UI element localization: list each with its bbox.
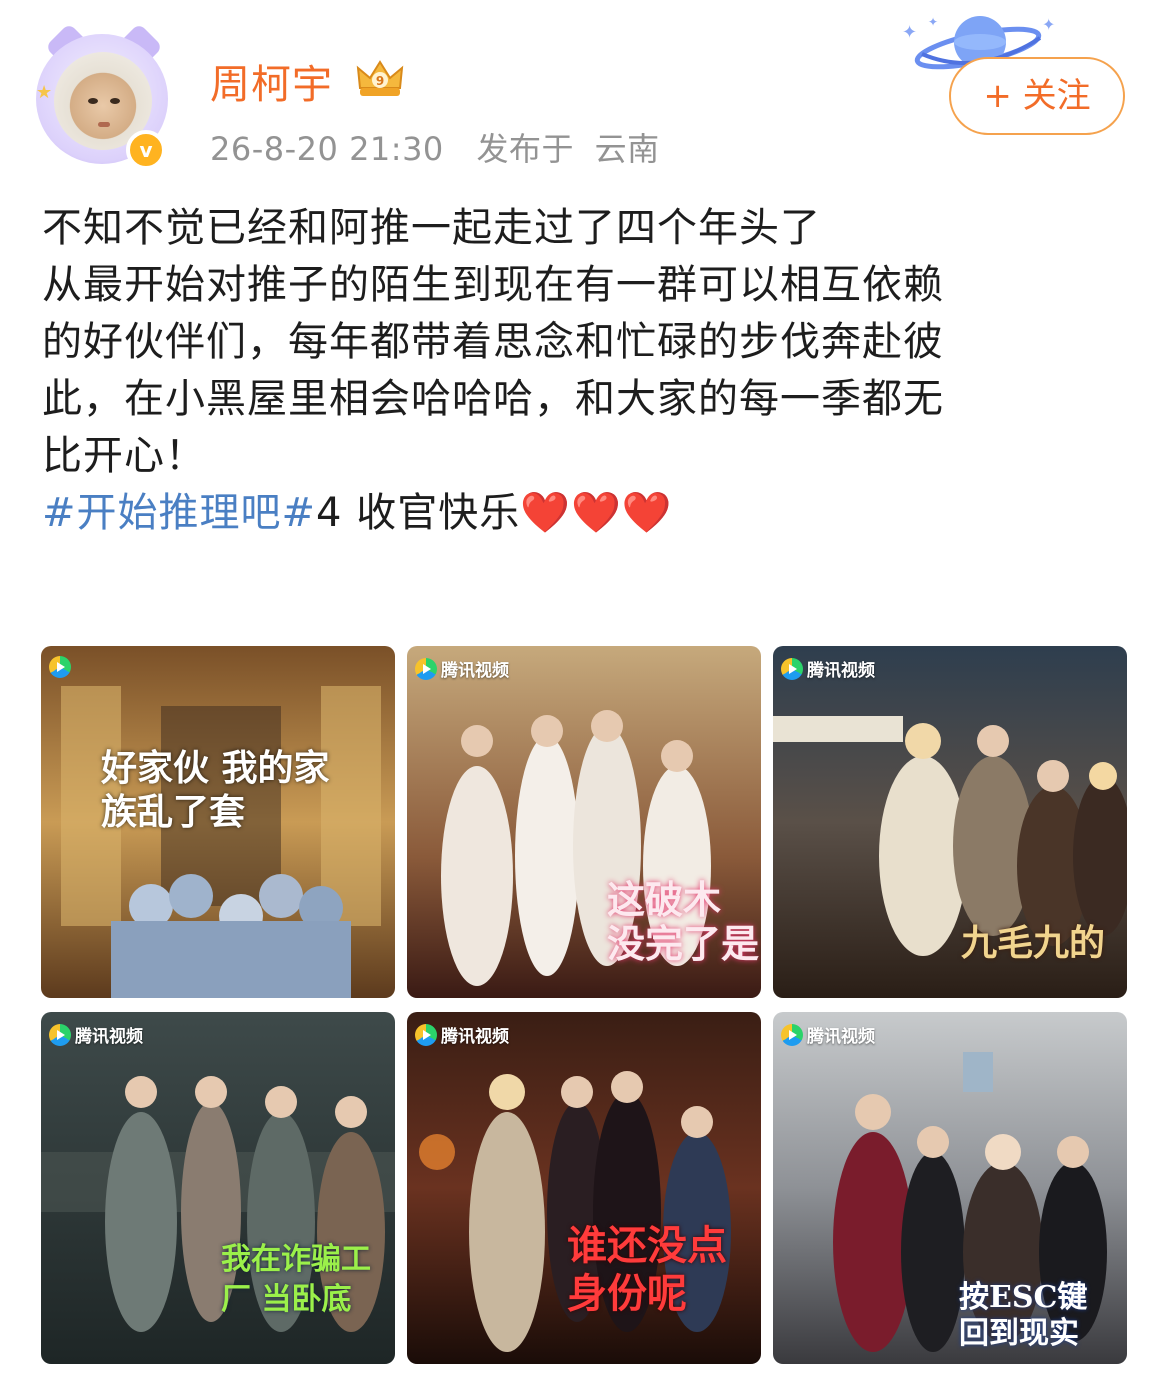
image-thumbnail[interactable]: 腾讯视频 谁还没点 身份呢 — [407, 1012, 761, 1364]
svg-text:✦: ✦ — [928, 15, 938, 29]
svg-text:9: 9 — [376, 74, 384, 88]
watermark-logo: 腾讯视频 — [49, 1022, 143, 1047]
post-line: 的好伙伴们，每年都带着思念和忙碌的步伐奔赴彼 — [42, 319, 944, 365]
watermark-logo: 腾讯视频 — [781, 1022, 875, 1047]
post-line: 不知不觉已经和阿推一起走过了四个年头了 — [42, 205, 821, 251]
username[interactable]: 周柯宇 — [210, 52, 333, 110]
hashtag-link[interactable]: #开始推理吧# — [42, 490, 316, 536]
post-line: 此，在小黑屋里相会哈哈哈，和大家的每一季都无 — [42, 376, 944, 422]
image-caption: 按ESC键 回到现实 — [959, 1280, 1088, 1351]
post-hashtag-line: #开始推理吧#4 收官快乐❤️❤️❤️ — [42, 485, 1132, 542]
post-line: 比开心！ — [42, 433, 206, 479]
post-location: 云南 — [594, 130, 660, 168]
follow-button[interactable]: + 关注 — [949, 57, 1125, 135]
verified-badge-icon: v — [126, 130, 166, 170]
watermark-logo — [49, 656, 75, 678]
image-caption: 我在诈骗工厂 当卧底 — [221, 1242, 371, 1317]
post-location-prefix: 发布于 — [476, 130, 574, 168]
post-meta: 26-8-20 21:30 发布于 云南 — [210, 124, 660, 170]
tencent-video-icon — [415, 657, 437, 680]
watermark-logo: 腾讯视频 — [415, 656, 509, 681]
heart-icon: ❤️ — [621, 490, 673, 536]
star-icon: ★ — [36, 82, 53, 103]
image-thumbnail[interactable]: 好家伙 我的家族乱了套 — [41, 646, 395, 998]
image-caption: 好家伙 我的家族乱了套 — [101, 747, 330, 833]
post-line: 从最开始对推子的陌生到现在有一群可以相互依赖 — [42, 262, 944, 308]
image-thumbnail[interactable]: 腾讯视频 这破木 没完了是 — [407, 646, 761, 998]
svg-text:✦: ✦ — [1042, 15, 1055, 34]
image-caption: 谁还没点 身份呢 — [567, 1222, 727, 1317]
tencent-video-icon — [49, 1023, 71, 1046]
tencent-video-icon — [415, 1023, 437, 1046]
tencent-video-icon — [49, 656, 71, 678]
tencent-video-icon — [781, 657, 803, 680]
hashtag-suffix: 4 收官快乐 — [316, 490, 521, 536]
image-caption: 这破木 没完了是 — [607, 877, 760, 966]
post-body: 不知不觉已经和阿推一起走过了四个年头了 从最开始对推子的陌生到现在有一群可以相互… — [42, 200, 1132, 542]
svg-text:✦: ✦ — [902, 22, 917, 43]
heart-icon: ❤️ — [571, 490, 622, 536]
image-caption: 九毛九的 — [961, 922, 1106, 964]
heart-icon: ❤️ — [520, 490, 572, 536]
image-grid: 好家伙 我的家族乱了套 腾讯视频 这破木 没完了是 腾讯视频 九毛九的 腾讯视频… — [41, 646, 1127, 1366]
image-thumbnail[interactable]: 腾讯视频 九毛九的 — [773, 646, 1127, 998]
member-crown-icon: 9 — [356, 60, 404, 96]
watermark-logo: 腾讯视频 — [781, 656, 875, 681]
watermark-logo: 腾讯视频 — [415, 1022, 509, 1047]
image-thumbnail[interactable]: 腾讯视频 按ESC键 回到现实 — [773, 1012, 1127, 1364]
image-thumbnail[interactable]: 腾讯视频 我在诈骗工厂 当卧底 — [41, 1012, 395, 1364]
tencent-video-icon — [781, 1023, 803, 1046]
post-timestamp: 26-8-20 21:30 — [210, 130, 444, 168]
